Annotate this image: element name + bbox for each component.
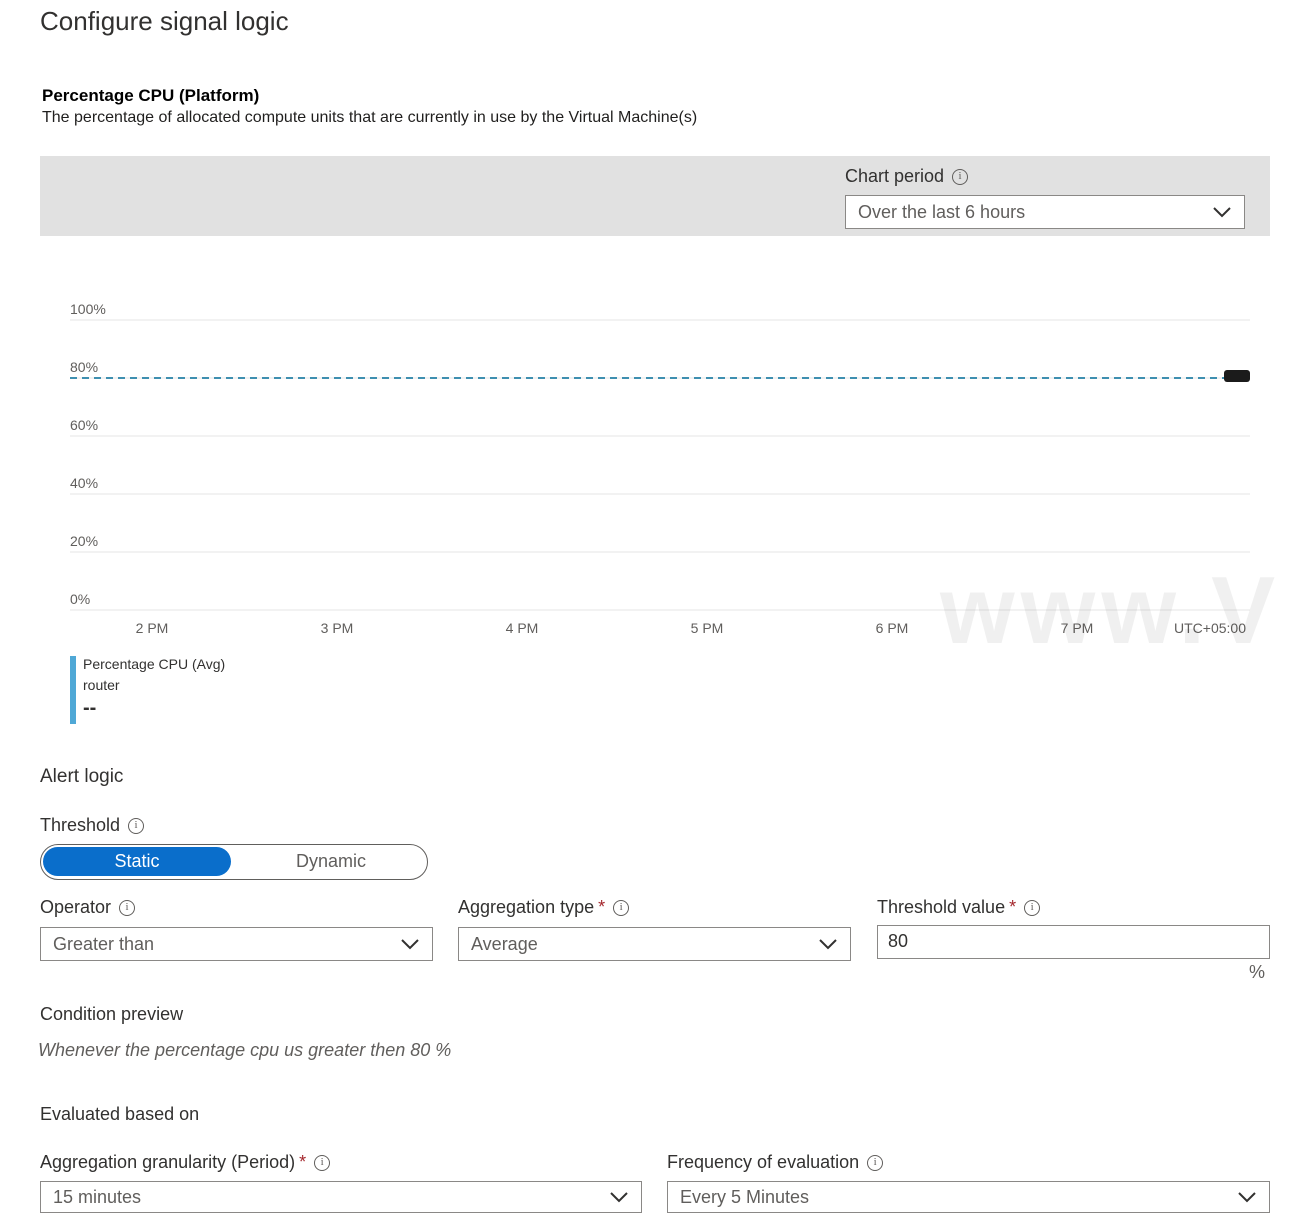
condition-preview-heading: Condition preview bbox=[40, 1004, 184, 1024]
threshold-dynamic-option[interactable]: Dynamic bbox=[241, 847, 421, 876]
legend-value: -- bbox=[83, 697, 97, 719]
threshold-toggle: Static Dynamic bbox=[40, 844, 428, 880]
info-icon[interactable]: i bbox=[119, 900, 136, 917]
required-marker: * bbox=[598, 897, 606, 917]
info-icon[interactable]: i bbox=[867, 1155, 884, 1172]
threshold-marker bbox=[1224, 370, 1250, 382]
info-icon[interactable]: i bbox=[314, 1155, 331, 1172]
threshold-label: Threshold i bbox=[40, 815, 145, 836]
chevron-down-icon bbox=[1238, 1192, 1256, 1203]
frequency-label: Frequency of evaluation i bbox=[667, 1152, 884, 1173]
legend-metric: Percentage CPU (Avg) bbox=[83, 656, 226, 672]
y-tick-label: 40% bbox=[70, 475, 98, 491]
granularity-dropdown[interactable]: 15 minutes bbox=[40, 1181, 642, 1213]
chart-period-label: Chart period i bbox=[845, 166, 969, 187]
threshold-static-option[interactable]: Static bbox=[43, 847, 231, 876]
operator-label: Operator i bbox=[40, 897, 136, 918]
alert-logic-heading: Alert logic bbox=[40, 766, 124, 787]
x-tick-label: 6 PM bbox=[876, 620, 909, 636]
frequency-value: Every 5 Minutes bbox=[680, 1187, 810, 1207]
y-tick-label: 60% bbox=[70, 417, 98, 433]
page-title: Configure signal logic bbox=[40, 6, 289, 36]
threshold-value-input[interactable]: 80 bbox=[877, 925, 1270, 959]
x-tick-label: 3 PM bbox=[321, 620, 354, 636]
aggregation-type-label-text: Aggregation type bbox=[458, 897, 595, 917]
y-tick-label: 80% bbox=[70, 359, 98, 375]
metric-name: Percentage CPU (Platform) bbox=[42, 86, 260, 105]
chart-period-value: Over the last 6 hours bbox=[858, 202, 1026, 222]
granularity-label-text: Aggregation granularity (Period) bbox=[40, 1152, 296, 1172]
operator-dropdown[interactable]: Greater than bbox=[40, 927, 433, 961]
chevron-down-icon bbox=[401, 939, 419, 950]
info-icon[interactable]: i bbox=[952, 169, 969, 186]
info-icon[interactable]: i bbox=[1024, 900, 1041, 917]
required-marker: * bbox=[1009, 897, 1017, 917]
info-icon[interactable]: i bbox=[128, 818, 145, 835]
granularity-label: Aggregation granularity (Period) * i bbox=[40, 1152, 331, 1173]
chart-period-label-text: Chart period bbox=[845, 166, 945, 186]
x-tick-label: 4 PM bbox=[506, 620, 539, 636]
condition-preview-text: Whenever the percentage cpu us greater t… bbox=[38, 1040, 452, 1060]
threshold-unit: % bbox=[1249, 962, 1266, 982]
x-tick-label: 2 PM bbox=[136, 620, 169, 636]
required-marker: * bbox=[299, 1152, 307, 1172]
legend-resource: router bbox=[83, 677, 120, 693]
chevron-down-icon bbox=[610, 1192, 628, 1203]
frequency-dropdown[interactable]: Every 5 Minutes bbox=[667, 1181, 1270, 1213]
operator-label-text: Operator bbox=[40, 897, 112, 917]
granularity-value: 15 minutes bbox=[53, 1187, 142, 1207]
frequency-label-text: Frequency of evaluation bbox=[667, 1152, 860, 1172]
threshold-value-label-text: Threshold value bbox=[877, 897, 1006, 917]
metric-description: The percentage of allocated compute unit… bbox=[42, 109, 698, 126]
aggregation-type-label: Aggregation type * i bbox=[458, 897, 630, 918]
chart-period-dropdown[interactable]: Over the last 6 hours bbox=[845, 195, 1245, 229]
info-icon[interactable]: i bbox=[613, 900, 630, 917]
chevron-down-icon bbox=[819, 939, 837, 950]
y-tick-label: 20% bbox=[70, 533, 98, 549]
operator-value: Greater than bbox=[53, 934, 155, 954]
aggregation-type-value: Average bbox=[471, 934, 538, 954]
y-tick-label: 100% bbox=[70, 301, 106, 317]
threshold-value-label: Threshold value * i bbox=[877, 897, 1041, 918]
evaluated-heading: Evaluated based on bbox=[40, 1104, 200, 1124]
aggregation-type-dropdown[interactable]: Average bbox=[458, 927, 851, 961]
threshold-label-text: Threshold bbox=[40, 815, 121, 835]
chevron-down-icon bbox=[1213, 207, 1231, 218]
x-tick-label: 5 PM bbox=[691, 620, 724, 636]
watermark: www.V bbox=[940, 557, 1282, 664]
legend-color-bar bbox=[70, 656, 76, 724]
threshold-value-text: 80 bbox=[888, 931, 909, 951]
y-tick-label: 0% bbox=[70, 591, 90, 607]
